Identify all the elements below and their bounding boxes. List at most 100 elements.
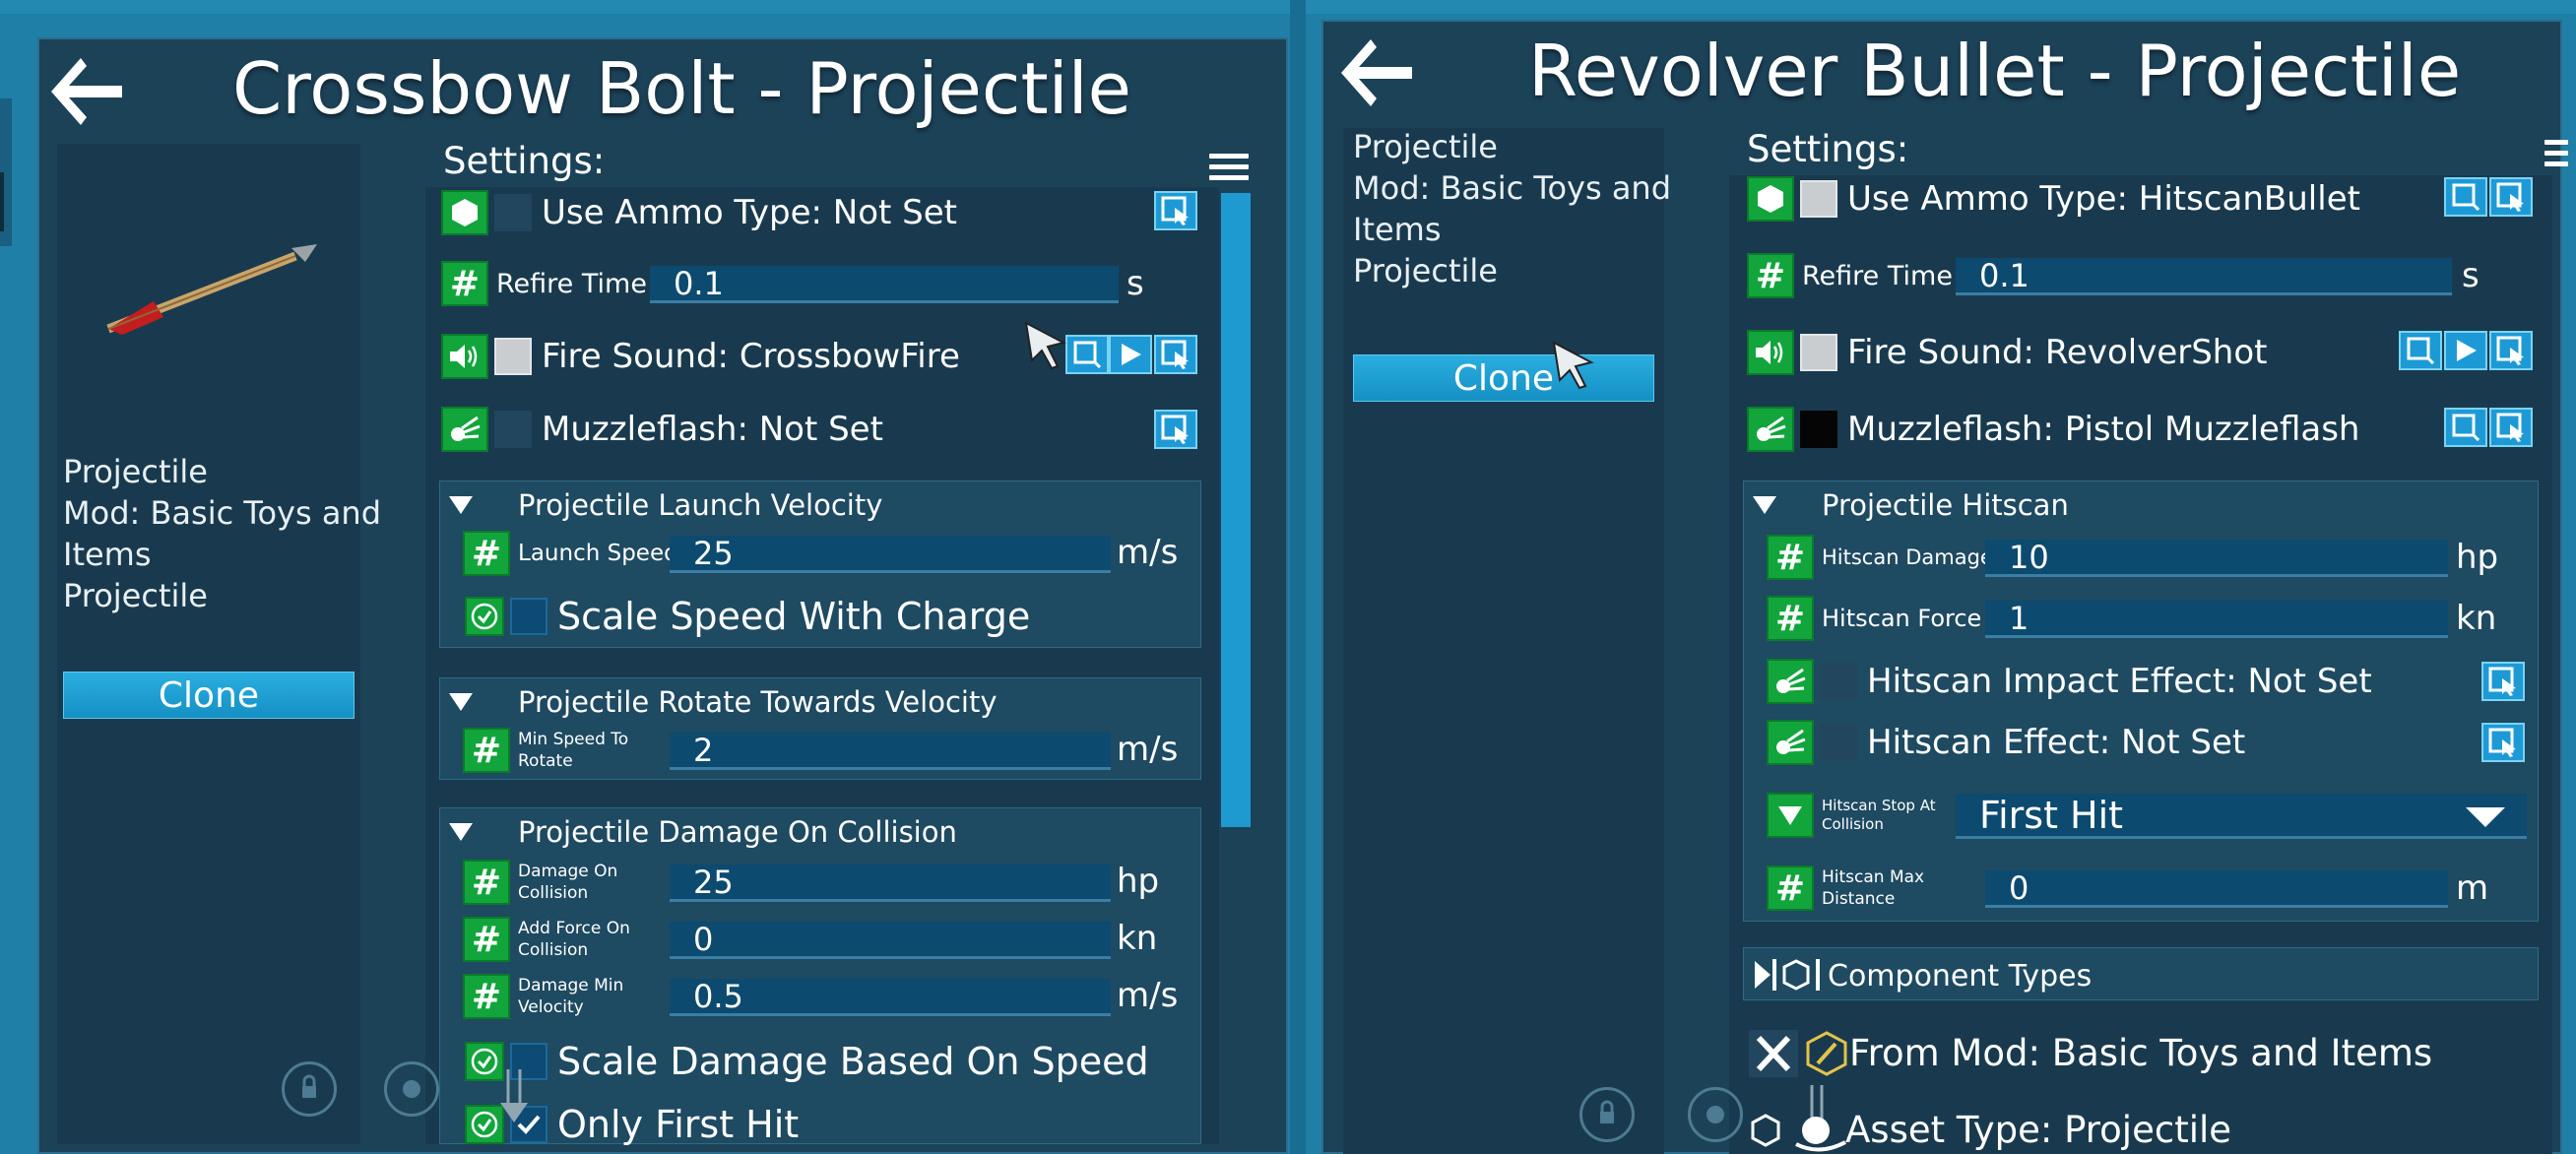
muzzleflash-row: Muzzleflash: Pistol Muzzleflash xyxy=(1747,400,2359,459)
speaker-icon xyxy=(441,334,488,379)
ammo-select-button[interactable] xyxy=(2489,177,2533,217)
tools-icon-box xyxy=(1749,1030,1798,1077)
info-line: Projectile xyxy=(63,453,208,490)
fire-sound-new-button[interactable] xyxy=(2399,331,2442,370)
menu-icon[interactable] xyxy=(1209,154,1249,181)
from-mod-label: From Mod: Basic Toys and Items xyxy=(1849,1032,2433,1074)
label-line: Distance xyxy=(1822,889,1896,909)
hitscan-effect-select-button[interactable] xyxy=(2481,723,2525,762)
ammo-label: Use Ammo Type: Not Set xyxy=(542,193,957,232)
min-velocity-input[interactable]: 0.5 xyxy=(670,979,1111,1016)
collapse-triangle-icon[interactable] xyxy=(449,496,473,514)
launch-speed-unit: m/s xyxy=(1117,533,1179,572)
hitscan-max-input[interactable]: 0 xyxy=(1985,870,2448,908)
min-velocity-label: Damage Min Velocity xyxy=(518,975,623,1018)
back-arrow-icon[interactable] xyxy=(1337,35,1416,110)
fire-sound-label: Fire Sound: RevolverShot xyxy=(1847,333,2268,372)
hitscan-stop-dropdown[interactable]: First Hit xyxy=(1956,794,2527,839)
asset-hexagon-icon xyxy=(1751,1114,1780,1147)
fire-sound-select-button[interactable] xyxy=(1154,335,1197,374)
hitscan-effect-label: Hitscan Effect: Not Set xyxy=(1867,723,2246,762)
hitscan-force-row: # Hitscan Force xyxy=(1767,589,1981,648)
label-line: Collision xyxy=(1822,815,1884,833)
hitscan-force-unit: kn xyxy=(2456,599,2497,638)
center-target-icon[interactable] xyxy=(1688,1087,1743,1142)
hitscan-damage-input[interactable]: 10 xyxy=(1985,540,2448,577)
mod-badge-icon xyxy=(1806,1031,1847,1076)
force-input[interactable]: 0 xyxy=(670,922,1111,959)
number-hash-icon: # xyxy=(1767,596,1814,641)
hitscan-damage-row: # Hitscan Damage xyxy=(1767,528,1993,587)
asset-type-label: Asset Type: Projectile xyxy=(1845,1109,2232,1151)
scale-damage-row: Scale Damage Based On Speed xyxy=(465,1032,1149,1091)
refire-time-input[interactable]: 0.1 xyxy=(1956,258,2452,295)
muzzleflash-color-swatch xyxy=(494,411,532,448)
fire-sound-play-button[interactable] xyxy=(2444,331,2487,370)
label-line: Add Force On xyxy=(518,919,630,938)
fire-sound-play-button[interactable] xyxy=(1109,335,1152,374)
scale-speed-checkbox[interactable] xyxy=(510,598,547,635)
flash-effect-icon xyxy=(441,407,488,452)
refire-unit: s xyxy=(1127,264,1144,303)
refire-unit: s xyxy=(2462,256,2479,295)
lock-move-icon[interactable] xyxy=(282,1061,337,1117)
clone-button[interactable]: Clone xyxy=(1353,354,1654,402)
muzzleflash-select-button[interactable] xyxy=(2489,408,2533,447)
launch-speed-label: Launch Speed xyxy=(518,541,678,566)
select-cursor-icon xyxy=(2496,336,2524,365)
launch-velocity-header: Projectile Launch Velocity xyxy=(518,488,883,522)
hitscan-impact-label: Hitscan Impact Effect: Not Set xyxy=(1867,662,2372,701)
ammo-hexagon-icon xyxy=(441,190,488,235)
muzzleflash-select-button[interactable] xyxy=(1154,410,1197,449)
force-row: # Add Force On Collision xyxy=(463,910,630,969)
number-hash-icon: # xyxy=(463,974,510,1019)
fire-sound-new-button[interactable] xyxy=(1065,335,1109,374)
info-line: Mod: Basic Toys and xyxy=(1353,169,1672,207)
effect-color-swatch xyxy=(1820,724,1857,761)
min-velocity-unit: m/s xyxy=(1117,976,1179,1015)
select-cursor-icon xyxy=(2488,728,2516,757)
hitscan-force-input[interactable]: 1 xyxy=(1985,601,2448,638)
ammo-new-button[interactable] xyxy=(2444,177,2487,217)
crossbow-bolt-preview-icon xyxy=(106,244,317,335)
refire-time-input[interactable]: 0.1 xyxy=(650,266,1119,303)
damage-label: Damage On Collision xyxy=(518,861,617,904)
info-line: Projectile xyxy=(1353,128,1498,165)
ammo-hexagon-icon xyxy=(1747,176,1794,222)
number-hash-icon: # xyxy=(463,728,510,773)
ammo-color-swatch xyxy=(1800,180,1837,218)
collapse-triangle-icon[interactable] xyxy=(449,823,473,841)
back-arrow-icon[interactable] xyxy=(47,54,126,129)
fire-sound-select-button[interactable] xyxy=(2489,331,2533,370)
collapse-triangle-icon[interactable] xyxy=(1753,496,1776,514)
select-cursor-icon xyxy=(1161,196,1189,225)
hitscan-impact-select-button[interactable] xyxy=(2481,662,2525,701)
damage-input[interactable]: 25 xyxy=(670,865,1111,902)
top-bar xyxy=(0,0,2576,14)
muzzleflash-new-button[interactable] xyxy=(2444,408,2487,447)
info-line: Projectile xyxy=(1353,252,1498,289)
number-hash-icon: # xyxy=(463,860,510,905)
ammo-select-button[interactable] xyxy=(1154,191,1197,230)
impact-color-swatch xyxy=(1820,663,1857,700)
launch-speed-input[interactable]: 25 xyxy=(670,536,1111,573)
mouse-cursor-icon xyxy=(1552,341,1594,390)
min-speed-input[interactable]: 2 xyxy=(670,733,1111,770)
fire-sound-row: Fire Sound: CrossbowFire xyxy=(441,327,960,386)
muzzleflash-label: Muzzleflash: Pistol Muzzleflash xyxy=(1847,410,2360,449)
lock-move-icon[interactable] xyxy=(1579,1087,1635,1142)
number-hash-icon: # xyxy=(1747,253,1794,298)
select-cursor-icon xyxy=(1161,415,1189,444)
hitscan-force-label: Hitscan Force xyxy=(1822,605,1982,632)
center-target-icon[interactable] xyxy=(384,1061,439,1117)
component-icon xyxy=(1755,959,1820,991)
clone-button[interactable]: Clone xyxy=(63,672,354,719)
menu-icon[interactable] xyxy=(2544,140,2568,167)
scale-speed-label: Scale Speed With Charge xyxy=(557,595,1031,638)
new-item-icon xyxy=(2407,337,2434,364)
fire-sound-color-swatch xyxy=(494,338,532,375)
number-hash-icon: # xyxy=(463,917,510,962)
collapse-triangle-icon[interactable] xyxy=(449,693,473,711)
flash-effect-icon xyxy=(1747,407,1794,452)
scrollbar[interactable] xyxy=(1221,193,1251,827)
